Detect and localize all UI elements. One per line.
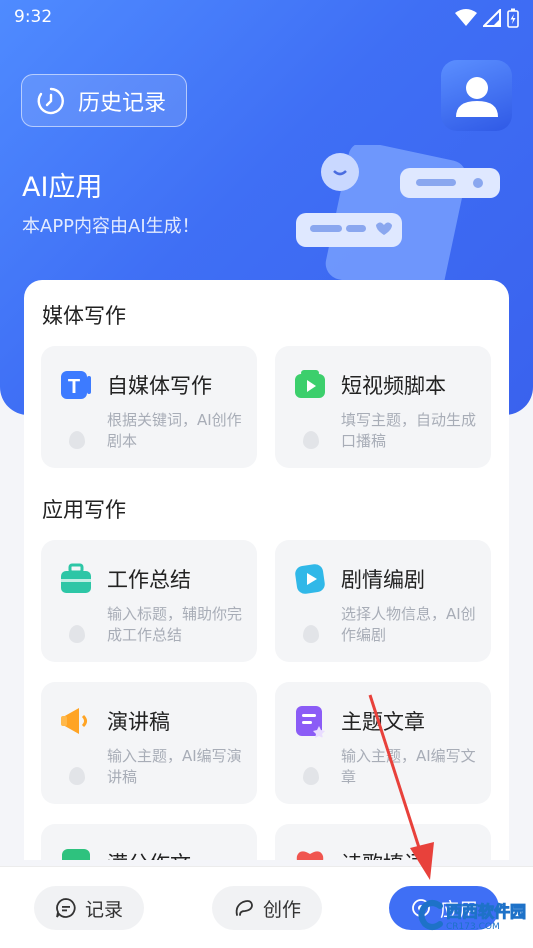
status-time: 9:32 [14,7,53,27]
card-title: 剧情编剧 [341,568,425,592]
drop-icon [69,625,85,643]
card-speech-draft[interactable]: 演讲稿 输入主题，AI编写演讲稿 [41,682,257,804]
drop-icon [303,625,319,643]
chat-bubble-icon [56,898,76,918]
card-title: 短视频脚本 [341,374,446,398]
tab-create-label: 创作 [262,898,301,921]
battery-icon [507,8,519,28]
card-title: 主题文章 [341,710,425,734]
card-desc: 选择人物信息，AI创作编剧 [341,605,476,644]
section-title-application: 应用写作 [42,494,132,526]
status-bar: 9:32 [0,0,533,36]
video-icon [295,370,325,398]
drop-icon [69,431,85,449]
page-title: AI应用 [22,172,103,203]
card-title: 诗歌填词 [341,848,425,860]
svg-text:T: T [68,376,80,398]
tab-records[interactable]: 记录 [34,886,144,930]
watermark-sub: CR173.COM [446,922,500,932]
section-title-media: 媒体写作 [42,300,132,332]
card-desc: 填写主题，自动生成口播稿 [341,411,477,450]
profile-button[interactable] [441,60,512,131]
watermark-text: 西西软件园 [445,902,527,922]
drop-icon [303,767,319,785]
play-icon [295,564,325,594]
card-desc: 输入主题，AI编写演讲稿 [107,747,242,786]
page-subtitle: 本APP内容由AI生成！ [22,216,200,237]
card-self-media-writing[interactable]: T 自媒体写作 根据关键词，AI创作剧本 [41,346,257,468]
heart-icon [296,851,324,860]
drop-icon [69,767,85,785]
card-desc: 输入主题，AI编写文章 [341,747,476,786]
card-desc: 输入标题，辅助你完成工作总结 [107,605,243,644]
user-avatar-icon [455,76,498,117]
card-topic-article[interactable]: 主题文章 输入主题，AI编写文章 [275,682,491,804]
signal-icon [483,9,501,27]
document-icon [296,706,325,738]
tab-create[interactable]: 创作 [212,886,322,930]
card-title: 工作总结 [107,568,191,592]
drop-icon [303,431,319,449]
card-plot-screenwriting[interactable]: 剧情编剧 选择人物信息，AI创作编剧 [275,540,491,662]
card-work-summary[interactable]: 工作总结 输入标题，辅助你完成工作总结 [41,540,257,662]
wifi-icon [455,9,477,26]
watermark-logo: 西西软件园 CR173.COM [418,895,528,935]
card-perfect-essay[interactable]: 满分作文 [41,824,257,860]
card-title: 演讲稿 [107,710,170,734]
card-title: 满分作文 [107,848,191,860]
briefcase-icon [61,563,91,593]
megaphone-icon [61,708,87,734]
card-poetry-lyrics[interactable]: 诗歌填词 [275,824,491,860]
card-short-video-script[interactable]: 短视频脚本 填写主题，自动生成口播稿 [275,346,491,468]
card-desc: 根据关键词，AI创作剧本 [107,411,242,450]
card-title: 自媒体写作 [107,374,212,398]
clock-icon [37,87,64,114]
text-t-icon: T [61,371,91,399]
apps-panel: 媒体写作 T 自媒体写作 根据关键词，AI创作剧本 短视频脚本 填写主题，自动生… [24,280,509,860]
tab-records-label: 记录 [84,898,123,921]
book-icon [62,849,90,860]
creation-swirl-icon [235,900,253,916]
status-icons [455,8,519,28]
watermark-c-icon [418,900,443,930]
history-label: 历史记录 [78,90,167,116]
chat-phone-illustration [296,145,500,285]
history-button[interactable]: 历史记录 [21,74,187,127]
